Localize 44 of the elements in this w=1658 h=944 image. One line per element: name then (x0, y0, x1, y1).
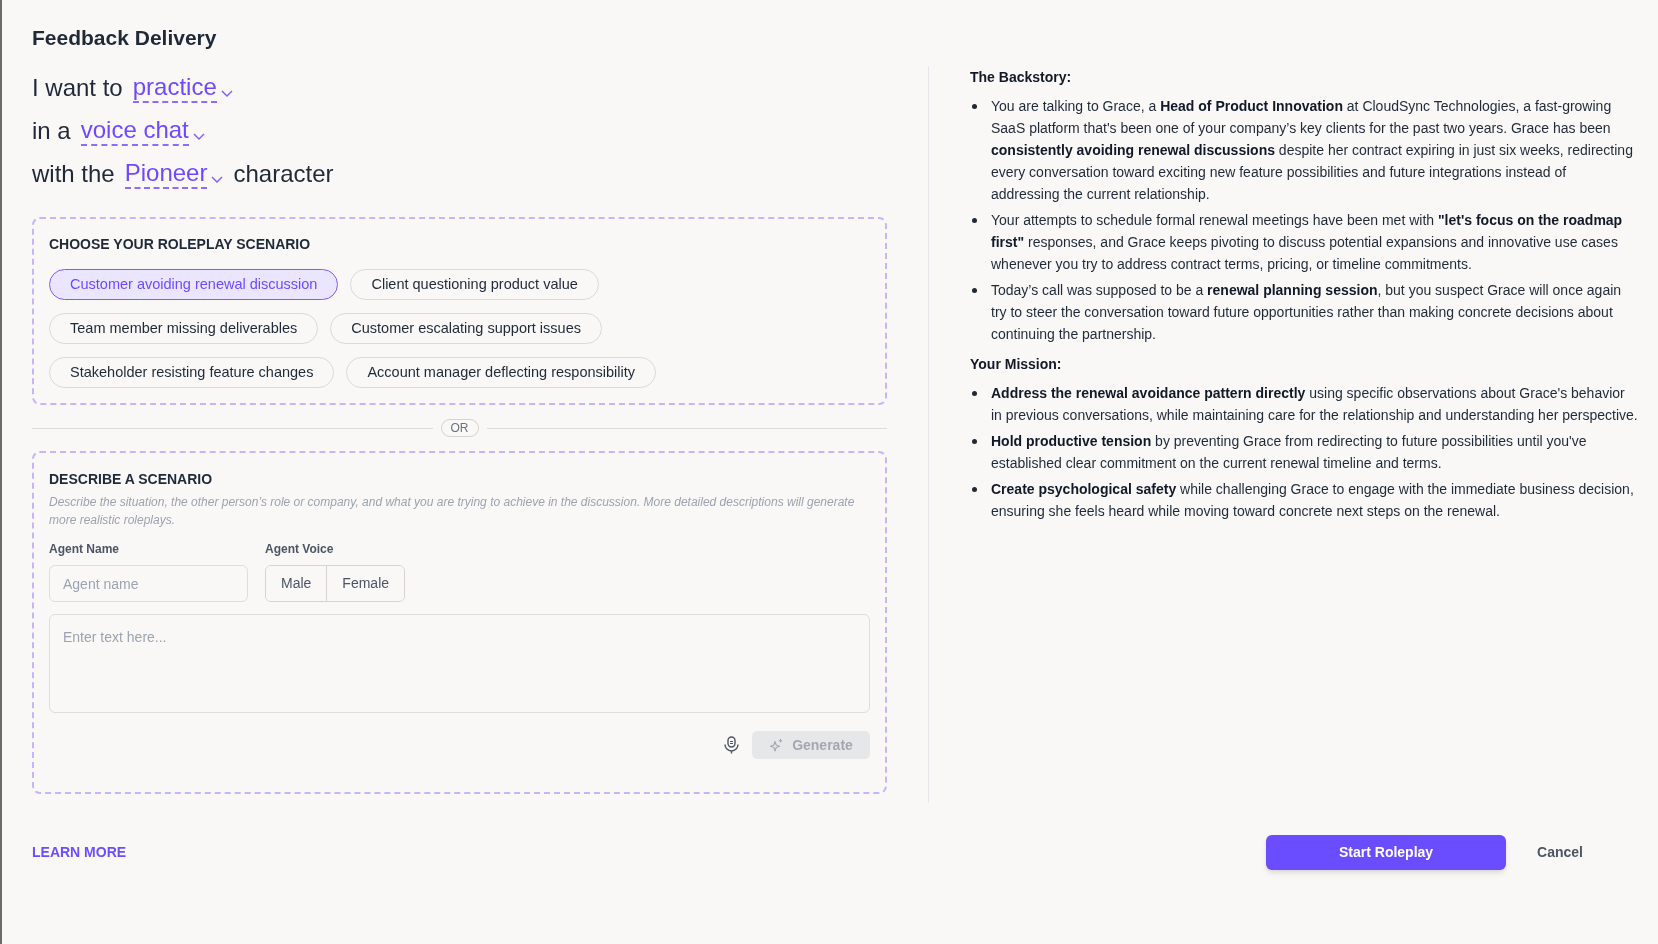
cancel-button[interactable]: Cancel (1537, 842, 1583, 863)
bullet-text: Hold productive tension by preventing Grace from redirecting to future possibilities until you've established clear commitment on the current renewal timeline and terms. (991, 432, 1588, 473)
sentence-text: character (233, 158, 334, 189)
scenario-chip[interactable]: Client questioning product value (350, 269, 599, 300)
chevron-down-icon (220, 89, 233, 97)
bullet-text: You are talking to Grace, a Head of Product Innovation at CloudSync Technologies, a fast-growing SaaS platform that's been one of your company’s key clients for the past two years. Grace has been consistently avoiding renewal discussions despite her contract expiring in just six weeks, redirecting every conversation toward exciting new feature possibilities and future integrations instead of addressing the current relationship. (991, 97, 1634, 204)
sentence-text: I want to (32, 72, 123, 103)
sentence-dropdown[interactable]: voice chat (80, 115, 205, 146)
agent-name-input[interactable]: Agent name (49, 565, 248, 602)
bullet-text: Create psychological safety while challenging Grace to engage with the immediate business decision, ensuring she feels heard while moving toward concrete next steps on the renewal. (991, 480, 1635, 521)
start-roleplay-button[interactable]: Start Roleplay (1266, 835, 1507, 870)
bullet-icon (972, 218, 977, 223)
microphone-icon[interactable] (724, 736, 739, 754)
scenario-chip[interactable]: Customer avoiding renewal discussion (49, 269, 339, 300)
sparkle-icon (769, 737, 785, 753)
scenario-chip[interactable]: Account manager deflecting responsibility (346, 357, 657, 388)
hint-text: Describe the situation, the other person’s role or company, and what you are trying to achieve in the discussion. More detailed descriptions will generate more realistic roleplays. (49, 494, 856, 529)
page-title: Feedback Delivery (32, 25, 218, 51)
voice-option[interactable]: Female (326, 566, 405, 601)
scenario-chip[interactable]: Customer escalating support issues (330, 313, 602, 344)
section-heading: The Backstory: (970, 68, 1073, 87)
bullet-icon (972, 487, 977, 492)
bullet-icon (972, 391, 977, 396)
scenario-chip[interactable]: Stakeholder resisting feature changes (49, 357, 335, 388)
bullet-text: Your attempts to schedule formal renewal meetings have been met with "let's focus on the roadmap first" responses, and Grace keeps pivoting to discuss potential expansions and innovative use cases whenever you try to address contract terms, pricing, or timeline commitments. (991, 211, 1624, 274)
scenario-chip[interactable]: Team member missing deliverables (49, 313, 319, 344)
field-label: Agent Voice (265, 541, 335, 557)
bullet-text: Address the renewal avoidance pattern directly using specific observations about Grace's behavior in previous conversations, while maintaining care for the relationship and understanding her perspective. (991, 384, 1638, 425)
description-textarea[interactable]: Enter text here... (49, 614, 870, 713)
field-label: Agent Name (49, 541, 120, 557)
bullet-icon (972, 288, 977, 293)
chevron-down-icon (192, 132, 205, 140)
section-heading: DESCRIBE A SCENARIO (49, 470, 214, 489)
section-heading: Your Mission: (970, 355, 1063, 374)
chevron-down-icon (211, 175, 224, 183)
sentence-text: in a (32, 115, 71, 146)
sentence-dropdown[interactable]: Pioneer (124, 158, 224, 189)
bullet-icon (972, 439, 977, 444)
bullet-icon (972, 104, 977, 109)
section-heading: CHOOSE YOUR ROLEPLAY SCENARIO (49, 235, 312, 254)
sentence-text: with the (32, 158, 115, 189)
sentence-dropdown[interactable]: practice (132, 72, 233, 103)
learn-more-link[interactable]: LEARN MORE (32, 842, 127, 863)
bullet-text: Today’s call was supposed to be a renewal planning session, but you suspect Grace will once again try to steer the conversation toward future opportunities rather than making concrete decisions about continuing the partnership. (991, 281, 1623, 344)
